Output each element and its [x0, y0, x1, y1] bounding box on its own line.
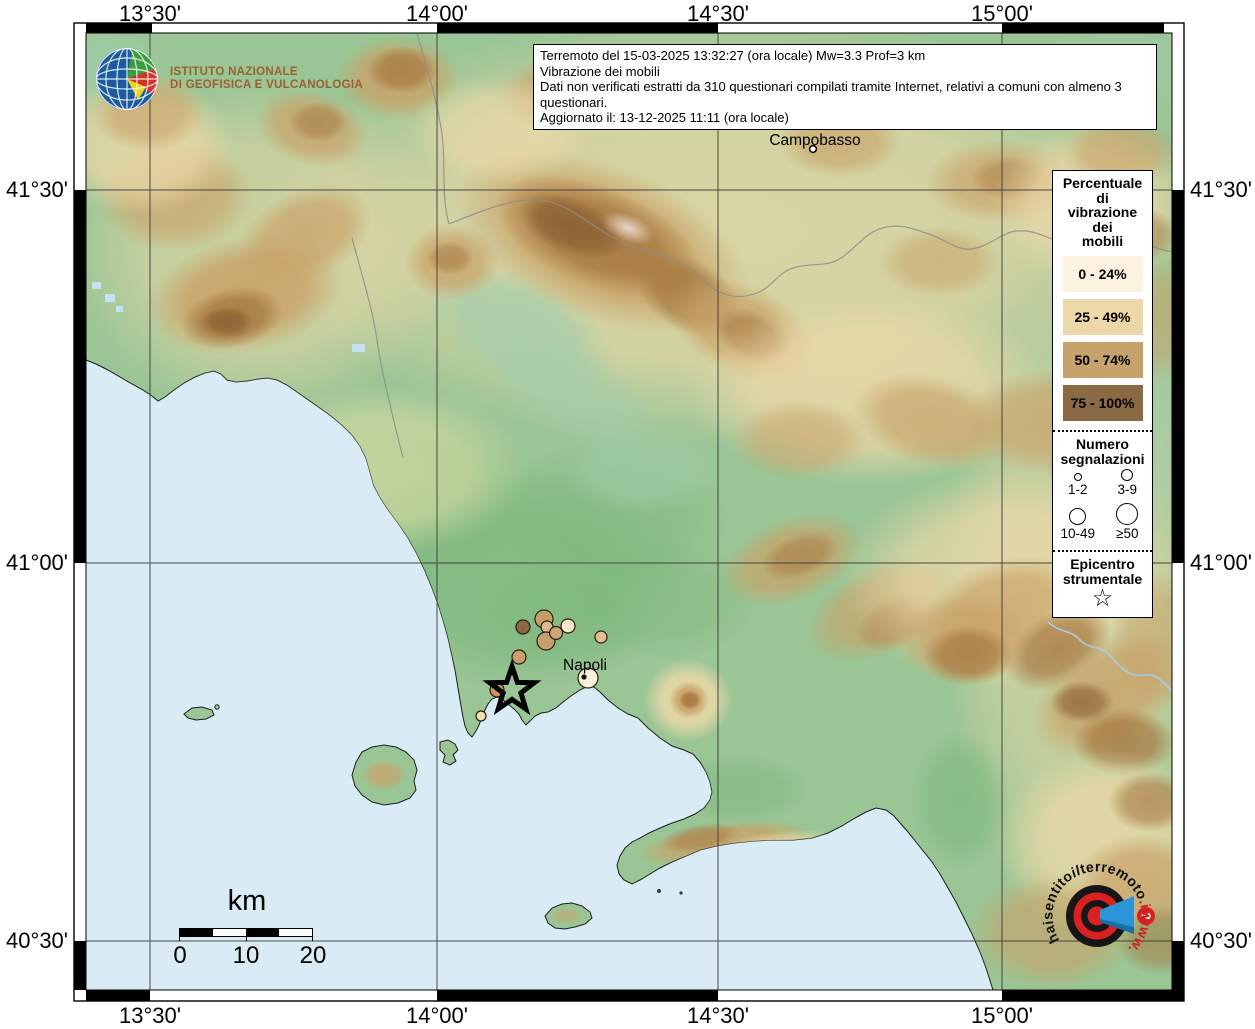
- scale-number-10: 10: [232, 942, 260, 969]
- size-10-49-circle-icon: [1069, 508, 1087, 526]
- island-procida: [439, 739, 459, 766]
- size-10-49: 10-49: [1053, 497, 1103, 541]
- felt-report-point: [515, 619, 531, 635]
- event-disclaimer: Dati non verificati estratti da 310 ques…: [540, 79, 1122, 110]
- scale-tick: [311, 928, 313, 941]
- lon-label-top-1400: 14°00': [406, 1, 468, 26]
- scale-number-0: 0: [173, 942, 187, 969]
- scale-unit: km: [227, 885, 267, 917]
- islet: [214, 704, 220, 710]
- lon-label-bottom-1500: 15°00': [971, 1003, 1033, 1028]
- lat-label-right-4130: 41°30': [1190, 177, 1252, 202]
- legend-shaking-title: Percentuale di vibrazione dei mobili: [1062, 175, 1143, 250]
- size-3-9-circle-icon: [1121, 469, 1134, 482]
- lon-label-bottom-1330: 13°30': [119, 1003, 181, 1028]
- legend-report-sizes: 1-2 3-9 10-49 ≥50: [1053, 469, 1152, 541]
- map-area: ? haisentitoilterremoto.it www.: [86, 33, 1172, 990]
- epicenter-star-icon: ☆: [1091, 585, 1114, 613]
- scale-segment: [279, 929, 312, 936]
- ingv-globe-icon: [96, 48, 158, 110]
- scale-bar: 0 10 20 km: [173, 885, 326, 969]
- islet-li-galli: [657, 889, 661, 893]
- felt-report-point: [594, 630, 608, 644]
- felt-earthquake-map-page: { "title_box": { "lines": [ "Terremoto d…: [0, 0, 1255, 1028]
- felt-report-point: [511, 649, 527, 665]
- scale-segment: [246, 929, 279, 936]
- legend-epicenter-title: Epicentro strumentale: [1062, 556, 1143, 587]
- lon-label-bottom-1430: 14°30': [687, 1003, 749, 1028]
- ingv-name-line1: ISTITUTO NAZIONALE: [170, 65, 298, 78]
- felt-report-point: [548, 625, 564, 641]
- islet-li-galli: [679, 891, 683, 895]
- felt-report-point: [475, 710, 487, 722]
- event-updated: Aggiornato il: 13-12-2025 11:11 (ora loc…: [540, 110, 789, 126]
- ingv-name-line2: DI GEOFISICA E VULCANOLOGIA: [170, 79, 363, 91]
- lat-label-right-4030: 40°30': [1190, 928, 1252, 953]
- lat-label-left-4130: 41°30': [6, 177, 68, 202]
- legend-class-75-100: 75 - 100%: [1062, 384, 1143, 421]
- legend-class-50-74: 50 - 74%: [1062, 341, 1143, 378]
- scale-number-20: 20: [299, 942, 327, 969]
- size-50plus: ≥50: [1103, 497, 1153, 541]
- legend: Percentuale di vibrazione dei mobili 0 -…: [1052, 170, 1153, 619]
- scale-tick: [179, 928, 181, 941]
- size-3-9: 3-9: [1103, 469, 1153, 497]
- lon-label-top-1500: 15°00': [971, 1, 1033, 26]
- ingv-branding: ISTITUTO NAZIONALE DI GEOFISICA E VULCAN…: [94, 46, 363, 112]
- lat-label-right-4100: 41°00': [1190, 550, 1252, 575]
- ingv-name: ISTITUTO NAZIONALE DI GEOFISICA E VULCAN…: [170, 66, 363, 93]
- scale-segment: [213, 929, 246, 936]
- felt-report-point: [560, 618, 576, 634]
- event-title: Terremoto del 15-03-2025 13:32:27 (ora l…: [540, 48, 926, 63]
- lat-label-left-4100: 41°00': [6, 550, 68, 575]
- size-1-2-circle-icon: [1073, 473, 1082, 482]
- lon-label-bottom-1400: 14°00': [406, 1003, 468, 1028]
- scale-tick: [245, 928, 247, 941]
- lon-label-top-1430: 14°30': [687, 1, 749, 26]
- city-label-napoli: Napoli: [563, 657, 607, 674]
- event-info-box: Terremoto del 15-03-2025 13:32:27 (ora l…: [533, 44, 1157, 130]
- scale-segment: [180, 929, 213, 936]
- legend-class-0-24: 0 - 24%: [1062, 255, 1143, 292]
- city-label-campobasso: Campobasso: [769, 132, 861, 149]
- lat-label-left-4030: 40°30': [6, 928, 68, 953]
- napoli-marker: [581, 674, 587, 680]
- legend-class-25-49: 25 - 49%: [1062, 298, 1143, 335]
- size-1-2: 1-2: [1053, 469, 1103, 497]
- legend-reports-title: Numero segnalazioni: [1060, 435, 1145, 467]
- size-50plus-circle-icon: [1116, 503, 1139, 526]
- lon-label-top-1330: 13°30': [119, 1, 181, 26]
- event-question: Vibrazione dei mobili: [540, 63, 660, 79]
